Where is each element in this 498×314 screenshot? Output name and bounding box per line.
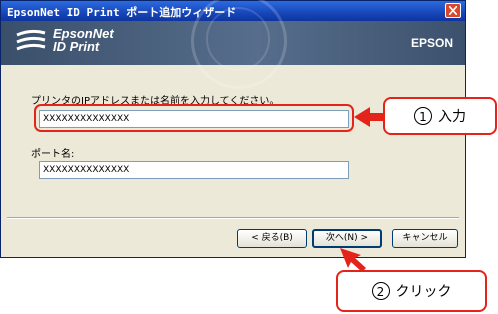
logo-line-2: ID Print	[53, 39, 100, 54]
step1-callout: 1 入力	[383, 97, 497, 135]
port-name-label: ポート名:	[31, 149, 75, 160]
close-icon	[449, 6, 457, 15]
ip-input-highlight	[34, 104, 354, 132]
header-banner: EpsonNet ID Print EPSON	[1, 0, 465, 89]
cancel-button[interactable]: キャンセル	[392, 229, 458, 248]
epsonnet-logo-icon	[16, 29, 46, 51]
banner-decoration-inner	[206, 7, 270, 71]
step2-callout: 2 クリック	[336, 270, 487, 312]
step1-label: 入力	[438, 109, 466, 125]
step2-number: 2	[371, 282, 390, 300]
button-separator	[7, 217, 459, 219]
port-name-input[interactable]: XXXXXXXXXXXXXX	[39, 161, 349, 179]
close-button[interactable]	[445, 3, 461, 18]
back-button[interactable]: < 戻る(B)	[237, 229, 307, 248]
product-logo: EpsonNet ID Print	[53, 27, 114, 53]
arrow-up-icon	[340, 248, 366, 272]
next-button[interactable]: 次へ(N) >	[312, 229, 382, 248]
brand-name: EPSON	[410, 36, 453, 50]
step2-label: クリック	[395, 284, 452, 300]
step1-number: 1	[414, 107, 432, 125]
arrow-left-icon	[354, 107, 384, 127]
